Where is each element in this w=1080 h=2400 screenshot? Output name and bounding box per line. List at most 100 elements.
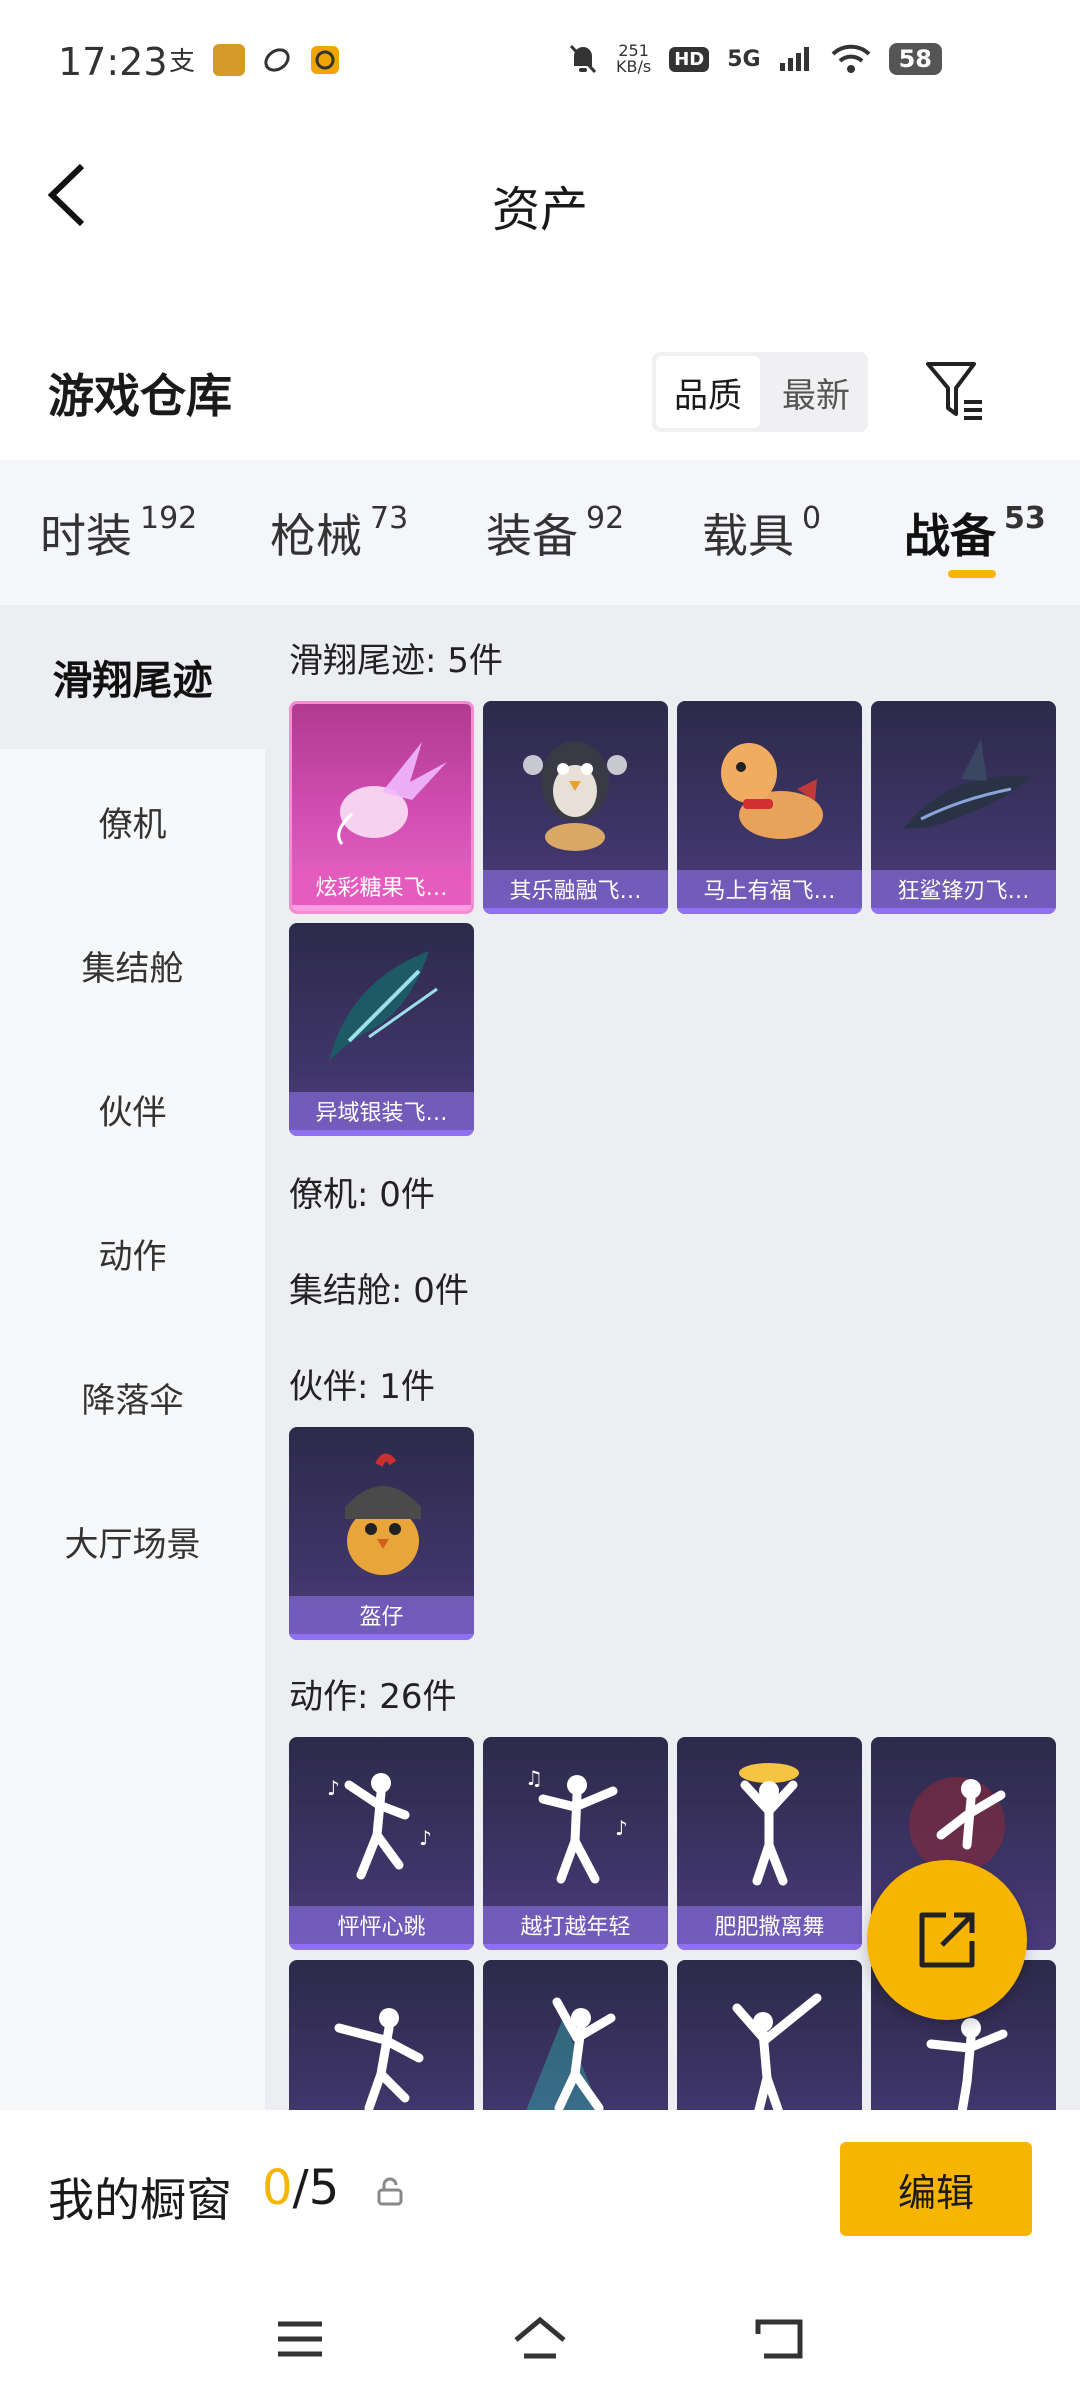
tab-label: 枪械	[270, 508, 362, 563]
item-card[interactable]: 炫彩糖果飞…	[289, 701, 474, 914]
horse-glider-art	[721, 743, 823, 839]
item-card[interactable]	[289, 1960, 474, 2110]
signal-icon	[779, 47, 809, 71]
sort-latest-button[interactable]: 最新	[764, 352, 868, 432]
tab-label: 载具	[702, 508, 794, 563]
tab-guns[interactable]: 枪械 73	[270, 460, 408, 605]
item-card[interactable]: ♫ ♪ 越打越年轻	[483, 1737, 668, 1950]
tab-count: 92	[586, 501, 625, 536]
sidebar-item-wingman[interactable]: 僚机	[0, 749, 265, 893]
wifi-icon	[831, 44, 870, 73]
item-name: 越打越年轻	[483, 1906, 668, 1950]
item-name: 盔仔	[289, 1596, 474, 1640]
menu-icon[interactable]	[270, 2312, 330, 2366]
link-icon	[264, 48, 290, 72]
system-nav-bar	[0, 2280, 1080, 2400]
sort-toggle: 品质 最新	[652, 352, 868, 432]
dance-pose-art: ♪♪	[327, 1773, 432, 1880]
item-name: 怦怦心跳	[289, 1906, 474, 1950]
item-name: 马上有福飞…	[677, 870, 862, 914]
edit-button[interactable]: 编辑	[840, 2142, 1032, 2236]
group-title-partner: 伙伴: 1件	[289, 1367, 435, 1407]
tab-vehicles[interactable]: 载具 0	[702, 460, 821, 605]
share-icon	[919, 1912, 975, 1968]
candy-glider-art	[337, 742, 447, 845]
dance-pose-art	[732, 1993, 822, 2110]
item-card[interactable]: 异域银装飞…	[289, 923, 474, 1136]
sidebar-item-lobby-scene[interactable]: 大厅场景	[0, 1469, 265, 1613]
dance-pose-art	[739, 1763, 799, 1886]
status-bar: 17:23 支 251 KB/s HD 5G 58	[0, 0, 1080, 120]
tab-count: 0	[802, 501, 822, 536]
home-icon[interactable]	[510, 2312, 570, 2366]
group-title-rally-pod: 集结舱: 0件	[289, 1271, 469, 1311]
system-status: 251 KB/s HD 5G 58	[568, 42, 942, 76]
sidebar-item-rally-pod[interactable]: 集结舱	[0, 893, 265, 1037]
speed-unit: KB/s	[616, 57, 652, 76]
item-card[interactable]	[677, 1960, 862, 2110]
share-button[interactable]	[867, 1860, 1027, 2020]
silver-glider-art	[329, 951, 438, 1061]
page-title: 资产	[491, 182, 588, 238]
hd-icon: HD	[669, 46, 710, 72]
item-card[interactable]: ♪ ♪ 怦怦心跳	[289, 1737, 474, 1950]
item-name: 异域银装飞…	[289, 1092, 474, 1136]
tab-count: 192	[140, 501, 198, 536]
item-card[interactable]: 肥肥撒离舞	[677, 1737, 862, 1950]
dance-pose-art	[334, 2008, 424, 2110]
item-card[interactable]: 盔仔	[289, 1427, 474, 1640]
mute-bell-icon	[569, 44, 597, 74]
showcase-bar: 我的橱窗 0/5 编辑	[0, 2110, 1080, 2280]
helmet-chick-art	[345, 1453, 421, 1575]
tab-label: 时装	[40, 508, 132, 563]
svg-text:支: 支	[169, 47, 195, 76]
showcase-total: /5	[292, 2160, 340, 2216]
sidebar-item-parachute[interactable]: 降落伞	[0, 1325, 265, 1469]
item-card[interactable]	[483, 1960, 668, 2110]
group-title-emote: 动作: 26件	[289, 1677, 457, 1717]
tab-combat-gear[interactable]: 战备 53	[904, 460, 1046, 605]
active-tab-indicator	[948, 570, 996, 578]
sidebar-item-glide-trail[interactable]: 滑翔尾迹	[0, 605, 265, 749]
item-card[interactable]: 马上有福飞…	[677, 701, 862, 914]
dance-pose-art: ♫♪	[525, 1766, 628, 1884]
dance-pose-art	[526, 1997, 616, 2110]
warehouse-header: 游戏仓库 品质 最新	[0, 330, 1080, 450]
penguin-glider-art	[523, 741, 627, 851]
svg-text:♪: ♪	[419, 1826, 432, 1850]
tab-label: 装备	[486, 508, 578, 563]
filter-icon[interactable]	[922, 358, 986, 422]
status-time: 17:23	[58, 40, 168, 84]
app-orange-icon	[311, 46, 339, 74]
notification-icons: 支	[165, 44, 341, 76]
network-type: 5G	[727, 46, 761, 72]
back-nav-icon[interactable]	[750, 2312, 810, 2366]
tab-equipment[interactable]: 装备 92	[486, 460, 624, 605]
sort-quality-button[interactable]: 品质	[656, 356, 760, 428]
item-card[interactable]: 其乐融融飞…	[483, 701, 668, 914]
group-title-wingman: 僚机: 0件	[289, 1175, 435, 1215]
item-name: 肥肥撒离舞	[677, 1906, 862, 1950]
item-card[interactable]: 狂鲨锋刃飞…	[871, 701, 1056, 914]
app-notification-icon	[213, 44, 245, 76]
category-tabs: 时装 192 枪械 73 装备 92 载具 0 战备 53	[0, 460, 1080, 605]
page-header: 资产	[0, 130, 1080, 260]
tab-fashion[interactable]: 时装 192	[40, 460, 197, 605]
svg-text:♪: ♪	[327, 1776, 340, 1800]
item-name: 狂鲨锋刃飞…	[871, 870, 1056, 914]
sidebar-item-emote[interactable]: 动作	[0, 1181, 265, 1325]
svg-text:♪: ♪	[615, 1816, 628, 1840]
svg-text:♫: ♫	[525, 1766, 543, 1790]
alipay-icon: 支	[169, 47, 195, 76]
sidebar: 滑翔尾迹 僚机 集结舱 伙伴 动作 降落伞 大厅场景	[0, 605, 265, 2110]
shark-glider-art	[903, 739, 1031, 829]
network-speed: 251 KB/s	[616, 43, 651, 75]
showcase-current: 0	[262, 2160, 293, 2216]
item-name: 炫彩糖果飞…	[292, 867, 471, 911]
showcase-label: 我的橱窗	[48, 2173, 232, 2227]
unlock-icon	[377, 2177, 403, 2206]
sidebar-item-partner[interactable]: 伙伴	[0, 1037, 265, 1181]
item-name: 其乐融融飞…	[483, 870, 668, 914]
showcase-count: 0/5	[262, 2160, 339, 2216]
tab-count: 73	[370, 501, 409, 536]
